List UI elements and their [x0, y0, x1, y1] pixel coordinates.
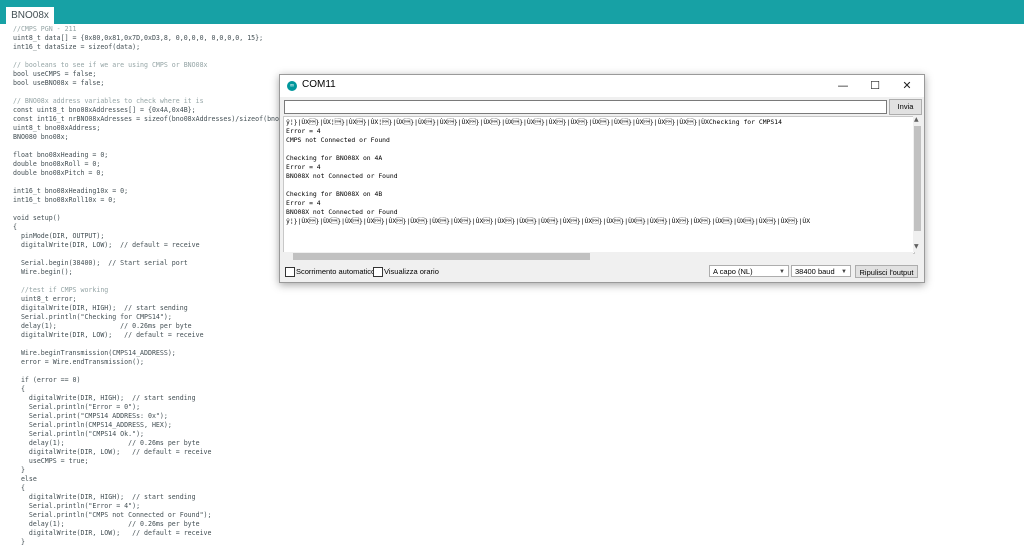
code-line: float bno08xHeading = 0; — [13, 151, 109, 159]
code-line: digitalWrite(DIR, HIGH); // start sendin… — [13, 493, 196, 501]
code-line: uint8_t bno08xAddress; — [13, 124, 101, 132]
code-line: digitalWrite(DIR, LOW); // default = rec… — [13, 331, 204, 339]
chevron-down-icon: ▼ — [841, 269, 847, 275]
code-line: Serial.println("Checking for CMPS14"); — [13, 313, 172, 321]
vertical-scroll-thumb[interactable] — [914, 126, 921, 231]
arduino-icon: ∞ — [287, 81, 297, 91]
code-line: int16_t dataSize = sizeof(data); — [13, 43, 141, 51]
code-line: { — [13, 484, 25, 492]
code-line: Serial.print("CMPS14 ADDRESs: 0x"); — [13, 412, 168, 420]
code-line: Serial.begin(38400); // Start serial por… — [13, 259, 188, 267]
serial-output-area[interactable]: ÿ¦}|ÙX}|ÙX¦}|ÙX}|ÙX¦}|ÙX}|ÙX}|ÙX}… — [283, 116, 915, 254]
code-line: error = Wire.endTransmission(); — [13, 358, 145, 366]
code-line: else — [13, 475, 37, 483]
code-line: delay(1); // 0.26ms per byte — [13, 322, 192, 330]
code-line: if (error == 0) — [13, 376, 81, 384]
timestamp-label: Visualizza orario — [384, 267, 439, 276]
code-line: const int16_t nrBNO08xAdresses = sizeof(… — [13, 115, 295, 123]
baud-rate-select[interactable]: 38400 baud ▼ — [791, 265, 851, 277]
minimize-button[interactable]: — — [828, 75, 858, 97]
ide-header-bar: BNO08x — [0, 0, 1024, 24]
close-button[interactable]: ✕ — [892, 75, 922, 97]
code-line: pinMode(DIR, OUTPUT); — [13, 232, 105, 240]
monitor-toolbar: Scorrimento automatico Visualizza orario… — [280, 263, 924, 282]
line-ending-select[interactable]: A capo (NL) ▼ — [709, 265, 789, 277]
code-line: //CMPS PGN - 211 — [13, 25, 77, 33]
code-line: uint8_t error; — [13, 295, 77, 303]
code-line: bool useBNO08x = false; — [13, 79, 105, 87]
code-line: } — [13, 466, 25, 474]
window-title: COM11 — [302, 79, 336, 90]
code-line: Serial.println("CMPS14 Ok."); — [13, 430, 145, 438]
tab-bno08x[interactable]: BNO08x — [6, 7, 54, 24]
code-line: digitalWrite(DIR, HIGH); // start sendin… — [13, 304, 188, 312]
title-bar[interactable]: ∞ COM11 — ☐ ✕ — [280, 75, 924, 97]
scroll-up-icon[interactable]: ▲ — [914, 116, 919, 123]
code-line: delay(1); // 0.26ms per byte — [13, 520, 200, 528]
code-line: //test if CMPS working — [13, 286, 109, 294]
code-line: uint8_t data[] = {0x80,0x81,0x7D,0xD3,8,… — [13, 34, 264, 42]
send-button[interactable]: Invia — [889, 99, 922, 115]
send-message-input[interactable] — [284, 100, 887, 114]
code-line: Serial.println("Error = 4"); — [13, 502, 141, 510]
chevron-down-icon: ▼ — [779, 269, 785, 275]
code-line: BNO080 bno08x; — [13, 133, 69, 141]
code-line: Wire.begin(); — [13, 268, 73, 276]
code-line: double bno08xPitch = 0; — [13, 169, 105, 177]
horizontal-scroll-thumb[interactable] — [293, 253, 590, 260]
code-line: Serial.println(CMPS14_ADDRESS, HEX); — [13, 421, 172, 429]
code-line: double bno08xRoll = 0; — [13, 160, 101, 168]
serial-output-text: ÿ¦}|ÙX}|ÙX¦}|ÙX}|ÙX¦}|ÙX}|ÙX}|ÙX}… — [286, 118, 811, 225]
code-line: digitalWrite(DIR, LOW); // default = rec… — [13, 241, 200, 249]
code-line: bool useCMPS = false; — [13, 70, 97, 78]
code-line: int16_t bno08xRoll10x = 0; — [13, 196, 117, 204]
serial-monitor-window: ∞ COM11 — ☐ ✕ Invia ÿ¦}|ÙX}|ÙX¦}|ÙX}|… — [279, 74, 925, 283]
baud-rate-value: 38400 baud — [795, 267, 835, 276]
autoscroll-checkbox[interactable] — [285, 267, 295, 277]
code-line: int16_t bno08xHeading10x = 0; — [13, 187, 129, 195]
code-line: Wire.beginTransmission(CMPS14_ADDRESS); — [13, 349, 176, 357]
code-line: { — [13, 385, 25, 393]
code-line: digitalWrite(DIR, LOW); // default = rec… — [13, 529, 212, 537]
scroll-down-icon[interactable]: ▼ — [914, 243, 919, 250]
code-line: digitalWrite(DIR, HIGH); // start sendin… — [13, 394, 196, 402]
code-line: useCMPS = true; — [13, 457, 89, 465]
code-line: Serial.println("CMPS not Connected or Fo… — [13, 511, 212, 519]
code-line: // BNO08x address variables to check whe… — [13, 97, 204, 105]
timestamp-checkbox[interactable] — [373, 267, 383, 277]
clear-output-button[interactable]: Ripulisci l'output — [855, 265, 918, 278]
autoscroll-label: Scorrimento automatico — [296, 267, 376, 276]
code-line: Serial.println("Error = 0"); — [13, 403, 141, 411]
horizontal-scrollbar[interactable] — [283, 252, 913, 261]
vertical-scrollbar[interactable]: ▲ ▼ — [913, 116, 922, 252]
code-line: void setup() — [13, 214, 61, 222]
code-line: digitalWrite(DIR, LOW); // default = rec… — [13, 448, 212, 456]
code-line: { — [13, 223, 17, 231]
code-line: delay(1); // 0.26ms per byte — [13, 439, 200, 447]
code-line: } — [13, 538, 25, 546]
maximize-button[interactable]: ☐ — [860, 75, 890, 97]
line-ending-value: A capo (NL) — [713, 267, 753, 276]
code-line: const uint8_t bno08xAddresses[] = {0x4A,… — [13, 106, 196, 114]
code-line: // booleans to see if we are using CMPS … — [13, 61, 208, 69]
